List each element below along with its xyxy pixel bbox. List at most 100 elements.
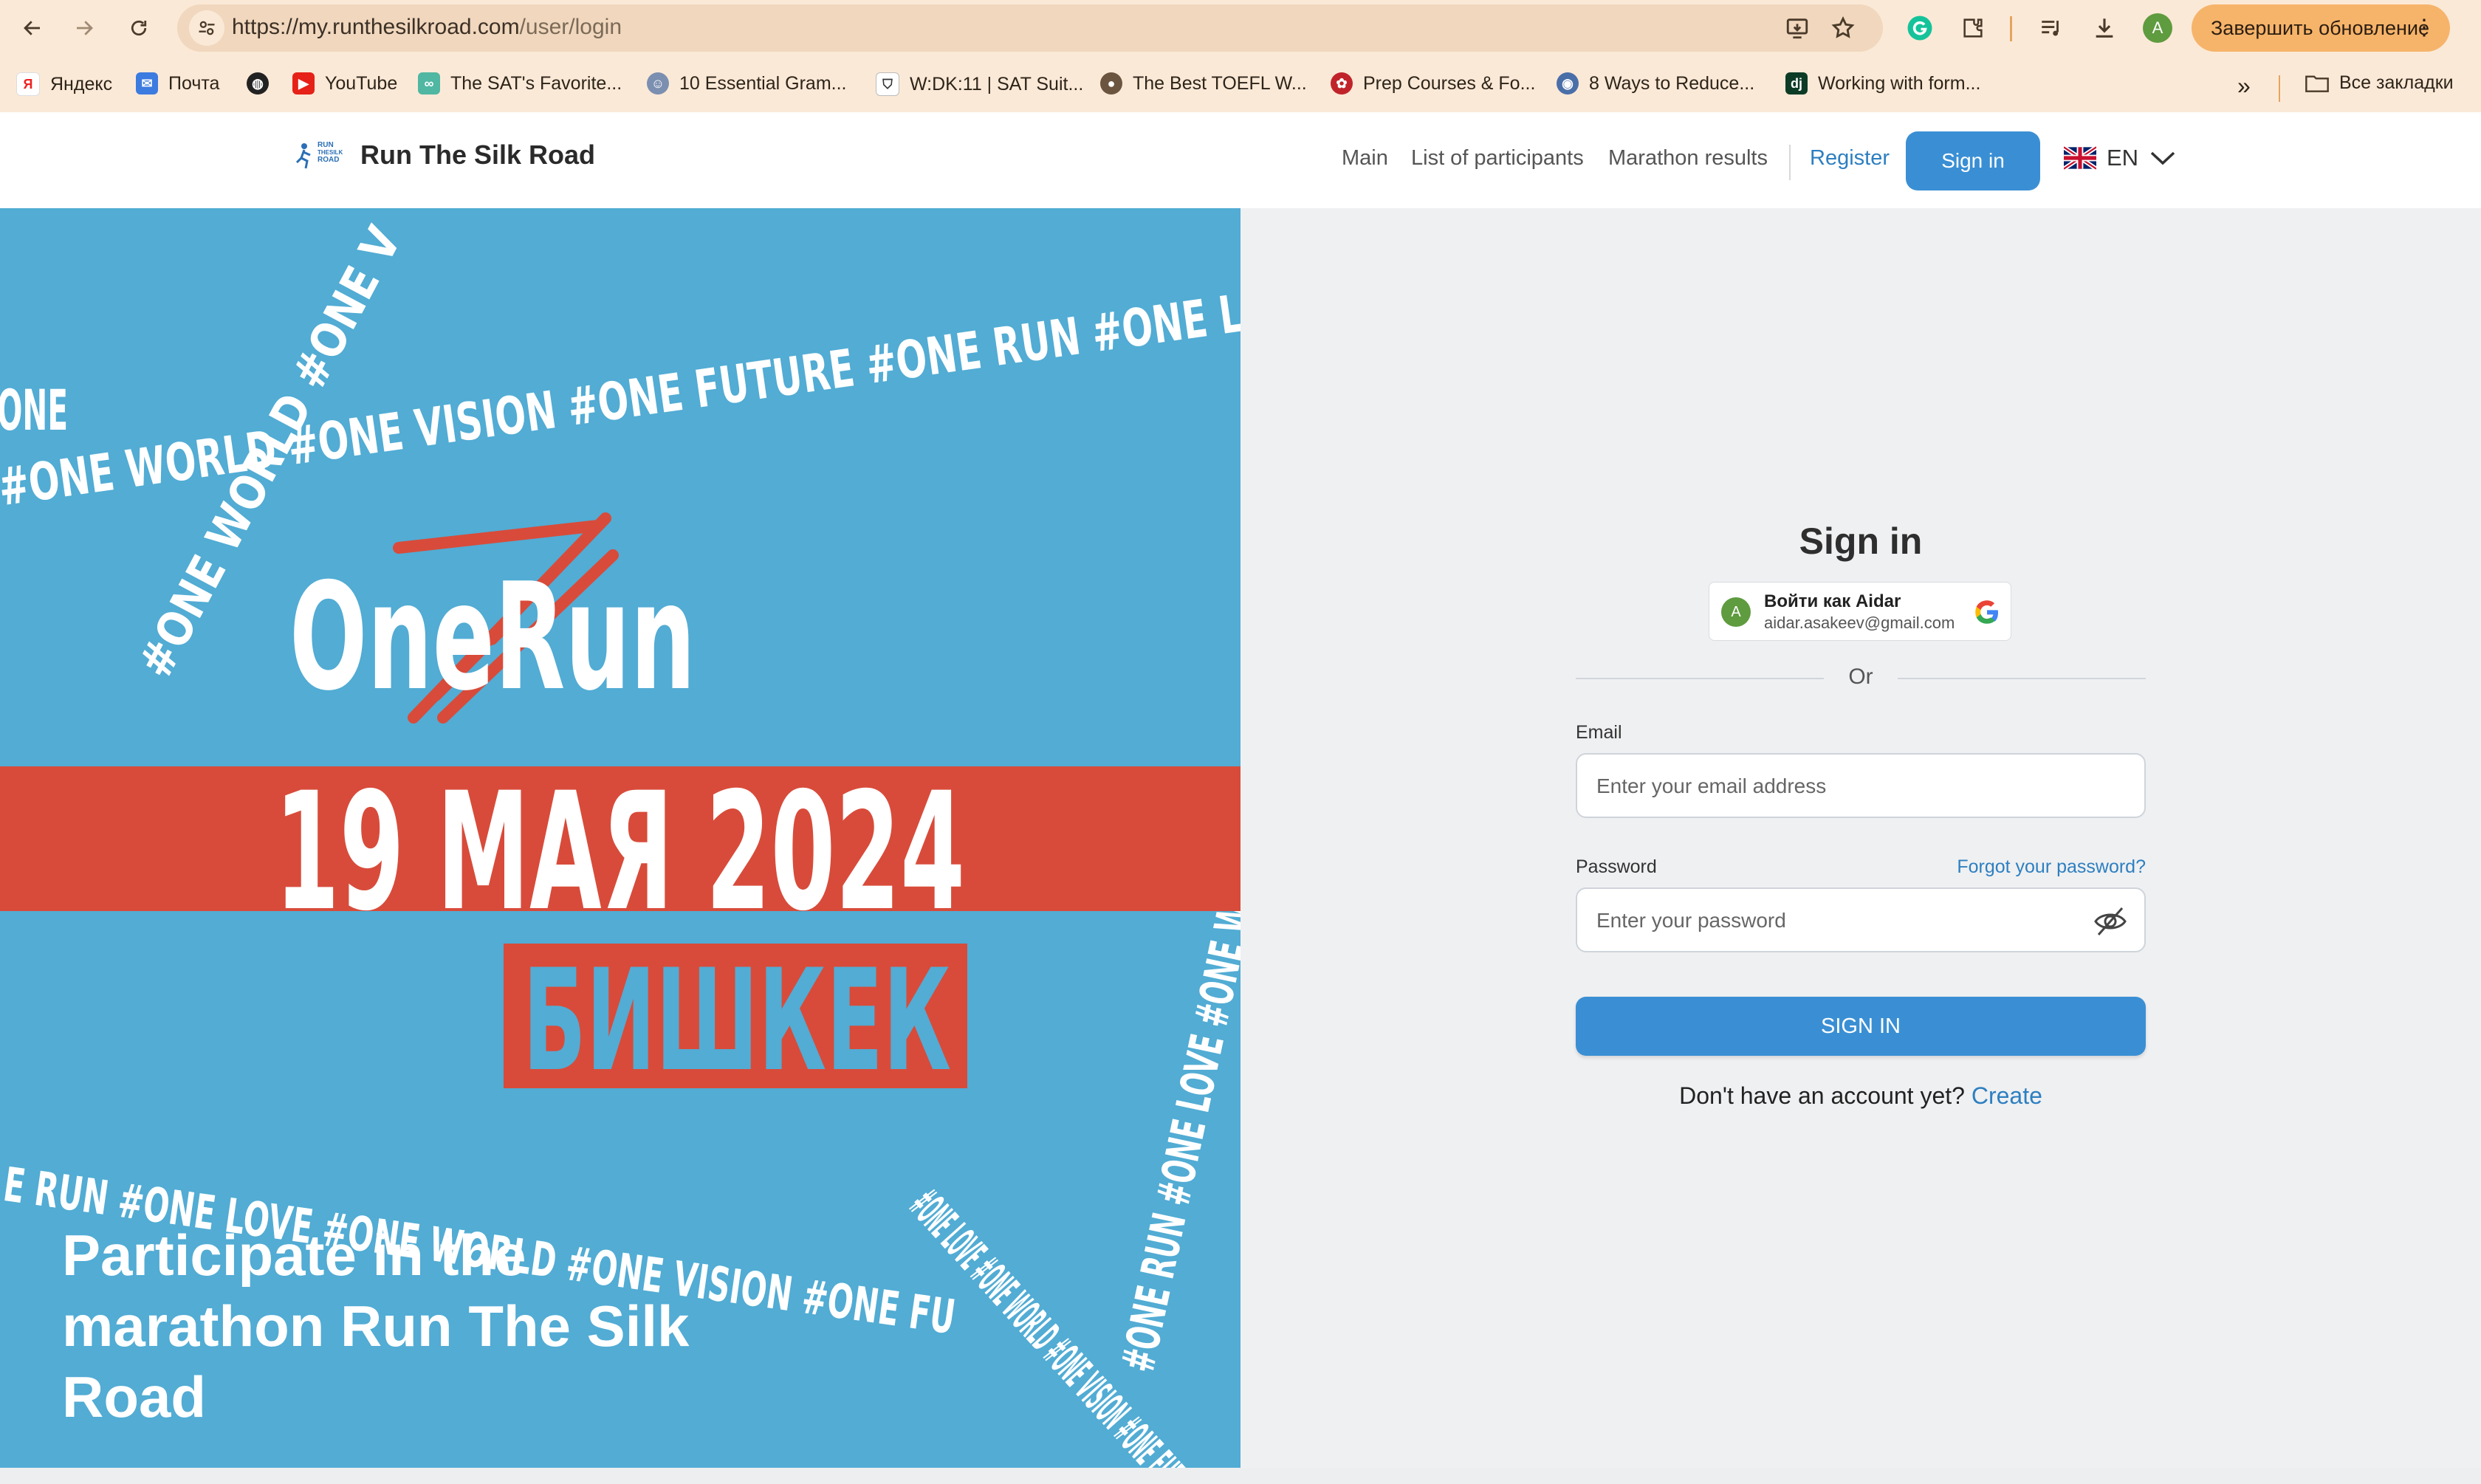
media-controls-icon[interactable] [2035, 12, 2068, 44]
hero-poster: #ONE WORLD #ONE VISION #ONE FUTURE #ONE … [0, 208, 1240, 1468]
bookmarks-divider [2279, 75, 2280, 102]
bookmarks-bar: Я Яндекс ✉ Почта ◍ ▶ YouTube ∞ The SAT's… [0, 61, 2481, 109]
url-host: https://my.runthesilkroad.com [232, 15, 520, 39]
address-bar-row: https://my.runthesilkroad.com/user/login… [0, 0, 2481, 56]
logo-mark-word-4: ROAD [318, 156, 339, 164]
link-icon: ∞ [418, 72, 440, 95]
profile-avatar[interactable]: A [2143, 13, 2172, 43]
logo-mark-word-2: THE [318, 149, 330, 156]
yandex-icon: Я [16, 72, 40, 96]
create-account-link[interactable]: Create [1972, 1082, 2042, 1109]
google-one-tap-button[interactable]: A Войти как Aidar aidar.asakeev@gmail.co… [1709, 582, 2011, 641]
poster-tagline-edge: ONE [0, 377, 68, 443]
bookmark-sat-suite[interactable]: ⛉ W:DK:11 | SAT Suit... [876, 72, 1083, 96]
create-account-row: Don't have an account yet? Create [1576, 1082, 2146, 1110]
arrow-right-icon [77, 21, 93, 35]
downloads-icon[interactable] [2088, 12, 2121, 44]
chevron-double-right-icon: » [2237, 72, 2251, 99]
poster-tagline-top: #ONE WORLD #ONE VISION #ONE FUTURE #ONE … [0, 283, 1240, 518]
email-input[interactable] [1595, 755, 2085, 818]
bookmark-working-with-forms[interactable]: dj Working with form... [1785, 72, 1980, 95]
omnibox[interactable]: https://my.runthesilkroad.com/user/login [177, 4, 1883, 52]
back-button[interactable] [15, 10, 50, 46]
grammarly-icon[interactable] [1904, 12, 1936, 44]
google-account-avatar: A [1721, 597, 1751, 627]
folder-icon [2305, 75, 2329, 92]
header-signin-button[interactable]: Sign in [1906, 131, 2040, 190]
language-selector[interactable]: EN [2064, 145, 2177, 171]
bookmark-globe[interactable]: ◍ [247, 72, 269, 95]
install-app-icon[interactable] [1782, 13, 1812, 43]
onerun-logo: OneRun [289, 512, 696, 724]
bookmark-mail[interactable]: ✉ Почта [136, 72, 219, 95]
nav-marathon-results[interactable]: Marathon results [1608, 146, 1768, 171]
nav-main[interactable]: Main [1342, 146, 1388, 171]
all-bookmarks-folder[interactable]: Все закладки [2305, 72, 2454, 94]
reload-button[interactable] [121, 10, 157, 46]
bookmark-toefl[interactable]: ● The Best TOEFL W... [1100, 72, 1307, 95]
bookmark-label: 8 Ways to Reduce... [1589, 72, 1755, 94]
uk-flag-icon [2064, 146, 2096, 170]
bookmark-label: 10 Essential Gram... [679, 72, 847, 94]
password-input[interactable] [1595, 889, 2085, 952]
password-field[interactable] [1576, 887, 2146, 952]
page-bottom-strip [0, 1468, 2481, 1484]
chevron-down-icon [2150, 151, 2175, 165]
site-header: RUN THE SILK ROAD Run The Silk Road Main… [0, 112, 2481, 209]
bookmark-label: Яндекс [50, 73, 113, 95]
signin-submit-button[interactable]: SIGN IN [1576, 997, 2146, 1056]
url-text[interactable]: https://my.runthesilkroad.com/user/login [232, 15, 622, 40]
nav-list-of-participants[interactable]: List of participants [1411, 146, 1584, 171]
bookmark-label: W:DK:11 | SAT Suit... [910, 73, 1084, 95]
link-icon: ● [1100, 72, 1122, 95]
signin-panel [1240, 208, 2481, 1468]
browser-toolbar: https://my.runthesilkroad.com/user/login… [0, 0, 2481, 112]
poster-event-name: OneRun [289, 552, 696, 724]
poster-city: БИШКЕК [523, 939, 951, 1102]
more-bookmarks-button[interactable]: » [2237, 72, 2251, 100]
no-account-text: Don't have an account yet? [1679, 1082, 1965, 1109]
logo-mark-word-3: SILK [329, 149, 343, 156]
email-label: Email [1576, 722, 1622, 743]
password-label: Password [1576, 856, 1657, 877]
email-field[interactable] [1576, 753, 2146, 818]
or-label: Or [1848, 664, 1873, 689]
bookmark-label: Working with form... [1818, 72, 1981, 94]
bookmark-essential-grammar[interactable]: ☺ 10 Essential Gram... [647, 72, 846, 95]
bookmark-star-icon[interactable] [1828, 13, 1858, 43]
register-link[interactable]: Register [1810, 146, 1890, 171]
reload-icon [131, 20, 147, 36]
arrow-left-icon [24, 21, 40, 35]
runner-logo-icon: RUN THE SILK ROAD [295, 141, 343, 169]
nav-divider [1789, 145, 1791, 180]
shield-icon: ⛉ [876, 72, 899, 96]
google-account-email: aidar.asakeev@gmail.com [1764, 614, 1955, 632]
update-browser-button[interactable]: Завершить обновление ⋮ [2192, 4, 2450, 52]
bookmark-youtube[interactable]: ▶ YouTube [292, 72, 397, 95]
bookmark-sat-favorite[interactable]: ∞ The SAT's Favorite... [418, 72, 622, 95]
bookmark-label: YouTube [325, 72, 398, 94]
google-account-name: Войти как Aidar [1764, 591, 1901, 611]
tune-icon [199, 21, 215, 35]
site-info-button[interactable] [189, 10, 224, 46]
hero-headline: Participate in the marathon Run The Silk… [62, 1223, 690, 1429]
toolbar-divider [2010, 16, 2012, 41]
eye-off-icon[interactable] [2093, 905, 2128, 938]
bookmark-prep-courses[interactable]: ✿ Prep Courses & Fo... [1331, 72, 1535, 95]
bookmark-label: Почта [168, 72, 220, 94]
logo-mark-word-1: RUN [318, 141, 334, 149]
logo-text: Run The Silk Road [360, 140, 596, 170]
forgot-password-link[interactable]: Forgot your password? [1957, 856, 2146, 878]
link-icon: ✿ [1331, 72, 1353, 95]
google-logo-icon [1975, 600, 1998, 624]
site-logo[interactable]: RUN THE SILK ROAD Run The Silk Road [295, 139, 595, 171]
more-menu-icon: ⋮ [2413, 16, 2435, 40]
all-bookmarks-label: Все закладки [2339, 72, 2454, 93]
bookmark-label: The Best TOEFL W... [1133, 72, 1307, 94]
language-code: EN [2107, 145, 2139, 171]
forward-button[interactable] [66, 10, 102, 46]
bookmark-label: The SAT's Favorite... [450, 72, 622, 94]
bookmark-ways-reduce[interactable]: ◉ 8 Ways to Reduce... [1557, 72, 1754, 95]
extensions-icon[interactable] [1957, 12, 1989, 44]
bookmark-yandex[interactable]: Я Яндекс [16, 72, 112, 96]
